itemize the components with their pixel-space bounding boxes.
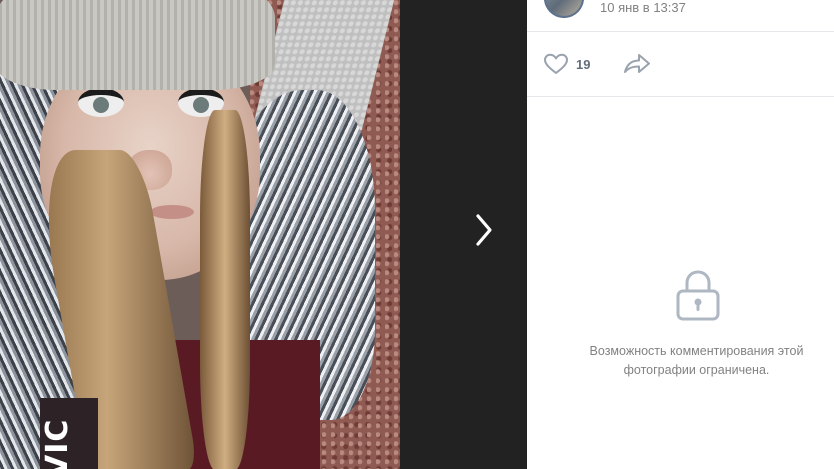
share-button[interactable] (623, 52, 651, 76)
photo-eye-left (78, 88, 124, 117)
photo[interactable]: VIC (0, 0, 400, 469)
comments-restricted-message: Возможность комментирования этой фотогра… (589, 344, 804, 377)
photo-knit-hat (0, 0, 275, 90)
like-button[interactable]: 19 (543, 52, 590, 76)
photo-shirt-print: VIC (40, 398, 98, 469)
post-author-row: 10 янв в 13:37 (527, 0, 834, 30)
next-photo-button[interactable] (462, 205, 506, 255)
photo-sidebar: 10 янв в 13:37 19 Возможность комментиро… (527, 0, 834, 469)
photo-viewer: VIC (0, 0, 527, 469)
photo-lips (150, 205, 194, 219)
comments-restricted-notice: Возможность комментирования этой фотогра… (527, 268, 834, 380)
lock-icon (676, 270, 720, 321)
post-actions: 19 (527, 31, 834, 97)
share-arrow-icon (624, 54, 650, 73)
author-avatar[interactable] (544, 0, 584, 18)
chevron-right-icon (476, 214, 492, 246)
heart-icon (544, 53, 568, 74)
like-count: 19 (576, 56, 591, 72)
photo-hair-right (200, 110, 250, 469)
post-timestamp[interactable]: 10 янв в 13:37 (600, 0, 686, 16)
